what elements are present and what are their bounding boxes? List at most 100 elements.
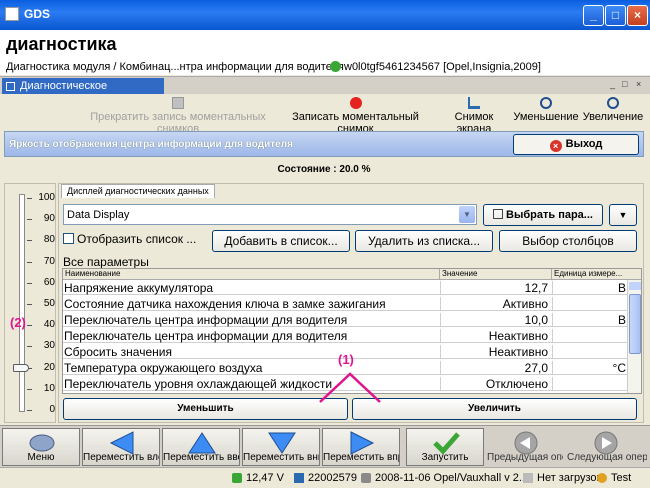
stop-snapshot-button[interactable]: Прекратить запись моментальных снимков [83, 97, 273, 135]
scroll-up-icon[interactable] [629, 282, 641, 290]
tab-diagnostic-app[interactable]: Диагностическое приложение [2, 78, 164, 108]
move-down-button[interactable]: Переместить вниз [242, 428, 320, 466]
table-row[interactable]: Переключатель центра информации для води… [63, 312, 628, 327]
slider-tick-mark [27, 304, 32, 305]
next-operation-button[interactable]: Следующая операция [566, 428, 648, 466]
breadcrumb: Диагностика модуля / Комбинац...нтра инф… [6, 61, 344, 73]
download-icon [523, 473, 533, 483]
chevron-down-icon[interactable]: ▼ [459, 206, 475, 223]
display-dropdown[interactable]: Data Display ▼ [63, 204, 477, 225]
table-row[interactable]: Напряжение аккумулятора 12,7 В [63, 280, 628, 295]
record-snapshot-button[interactable]: Записать моментальный снимок [278, 97, 433, 135]
slider-tick-label: 90 [43, 213, 55, 225]
app-header: диагностика Диагностика модуля / Комбина… [0, 30, 650, 75]
slider-tick-mark [27, 282, 32, 284]
tab-bar: Диагностическое приложение _ □ × [0, 76, 650, 108]
column-header-name[interactable]: Наименование [63, 269, 440, 280]
column-header-value[interactable]: Значение [440, 269, 552, 280]
screenshot-button[interactable]: Снимок экрана [437, 97, 511, 135]
annotation-2: (2) [10, 315, 26, 330]
slider-tick-mark [27, 261, 32, 263]
zoom-out-button[interactable]: Уменьшение [513, 97, 579, 123]
slider-tick-mark [27, 240, 32, 242]
battery-icon [232, 473, 242, 483]
tab-restore-icon[interactable]: □ [622, 79, 627, 89]
slider-tick-label: 20 [43, 361, 55, 373]
move-up-button[interactable]: Переместить вверх [162, 428, 240, 466]
param-value: Отключено [440, 377, 551, 391]
annotation-caret [319, 372, 381, 403]
window-titlebar: GDS _ □ × [0, 0, 650, 30]
voltage-status: 12,47 V [246, 472, 284, 484]
tab-minimize-icon[interactable]: _ [610, 79, 615, 89]
param-value: Неактивно [440, 345, 551, 359]
record-icon [349, 97, 362, 109]
window-icon [6, 82, 15, 91]
param-unit [552, 297, 628, 311]
zoom-out-icon [540, 97, 552, 109]
function-banner: Яркость отображения центра информации дл… [4, 131, 644, 157]
function-title: Яркость отображения центра информации дл… [9, 139, 293, 150]
run-button[interactable]: Запустить [406, 428, 484, 466]
param-value: Активно [440, 297, 551, 311]
param-value: 10,0 [440, 313, 551, 327]
slider-tick-label: 50 [43, 298, 55, 309]
add-to-list-button[interactable]: Добавить в список... [212, 230, 350, 252]
slider-track[interactable] [19, 194, 25, 412]
decrease-button[interactable]: Уменьшить [63, 398, 348, 420]
software-version: 2008-11-06 Opel/Vauxhall v 2.1 [375, 472, 529, 484]
param-name: Состояние датчика нахождения ключа в зам… [64, 297, 386, 311]
slider-tick-label: 10 [43, 382, 55, 394]
slider-tick-mark [27, 346, 32, 348]
column-header-unit[interactable]: Единица измере... [552, 269, 641, 280]
dropdown-value: Data Display [67, 209, 130, 221]
table-row[interactable]: Состояние датчика нахождения ключа в зам… [63, 296, 628, 311]
bottom-navigation: Меню Переместить влево Переместить вверх… [0, 425, 650, 467]
minimize-button[interactable]: _ [583, 5, 604, 26]
device-number: 22002579 [308, 472, 357, 484]
menu-icon [29, 434, 55, 452]
page-title: диагностика [6, 34, 117, 54]
remove-from-list-button[interactable]: Удалить из списка... [355, 230, 493, 252]
param-unit [552, 377, 628, 391]
zoom-in-button[interactable]: Увеличение [582, 97, 644, 123]
exit-button[interactable]: × Выход [513, 134, 639, 155]
toolbar: Прекратить запись моментальных снимков З… [0, 94, 650, 135]
slider-tick-mark [27, 198, 32, 199]
table-row[interactable]: Переключатель центра информации для води… [63, 328, 628, 343]
slider-tick-mark [27, 325, 32, 327]
slider-tick-label: 0 [49, 404, 55, 415]
prev-operation-button[interactable]: Предыдущая операция [486, 428, 564, 466]
window-title: GDS [24, 7, 51, 21]
table-scrollbar[interactable] [627, 280, 641, 393]
slider-tick-label: 80 [43, 234, 55, 246]
status-bar: 12,47 V 22002579 2008-11-06 Opel/Vauxhal… [0, 467, 650, 488]
param-unit [552, 329, 628, 343]
params-menu-button[interactable]: ▼ [609, 204, 637, 226]
slider-tick-label: 70 [43, 255, 55, 267]
show-list-checkbox[interactable]: Отобразить список ... [63, 232, 196, 246]
param-unit [552, 345, 628, 359]
move-right-button[interactable]: Переместить вправо [322, 428, 400, 466]
param-unit: °C [552, 361, 628, 375]
database-icon [361, 473, 371, 483]
user-icon [597, 473, 607, 483]
checkbox-icon[interactable] [63, 233, 74, 244]
move-left-button[interactable]: Переместить влево [82, 428, 160, 466]
param-value: 12,7 [440, 281, 551, 295]
brightness-slider[interactable]: 100 90 80 70 60 50 40 30 20 10 0 [4, 183, 56, 423]
slider-tick-label: 100 [38, 192, 55, 203]
increase-button[interactable]: Увеличить [352, 398, 637, 420]
close-button[interactable]: × [627, 5, 648, 26]
all-params-label: Все параметры [63, 255, 149, 269]
param-name: Переключатель центра информации для води… [64, 313, 348, 327]
slider-thumb[interactable] [13, 363, 29, 372]
slider-tick-mark [27, 219, 32, 221]
maximize-button[interactable]: □ [605, 5, 626, 26]
select-columns-button[interactable]: Выбор столбцов [499, 230, 637, 252]
tab-close-icon[interactable]: × [636, 79, 641, 89]
menu-button[interactable]: Меню [2, 428, 80, 466]
scrollbar-thumb[interactable] [629, 294, 641, 354]
select-params-button[interactable]: Выбрать пара... [483, 204, 603, 226]
tab-data-display[interactable]: Дисплей диагностических данных [61, 184, 215, 198]
